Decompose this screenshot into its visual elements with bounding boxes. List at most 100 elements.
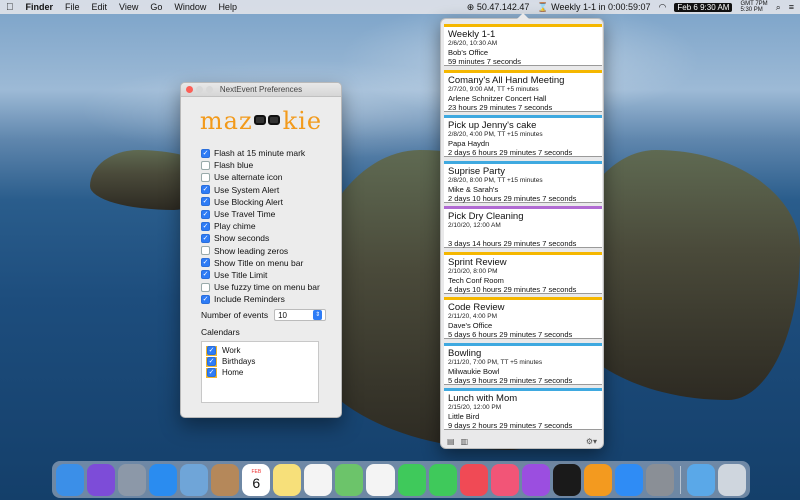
- event-countdown: 5 days 6 hours 29 minutes 7 seconds: [448, 330, 573, 339]
- photos-icon[interactable]: [366, 463, 395, 496]
- calendar-item[interactable]: ✓ Home: [206, 367, 314, 378]
- stepper-icon[interactable]: ⇕: [313, 310, 323, 321]
- event-card[interactable]: Bowling 2/11/20, 7:00 PM, TT +5 minutes Mi…: [444, 342, 602, 385]
- event-when: 2/10/20, 12:00 AM: [448, 222, 501, 229]
- books-icon[interactable]: [583, 463, 612, 496]
- minimize-button[interactable]: [196, 86, 203, 93]
- option-checkbox[interactable]: ✓: [201, 209, 210, 219]
- event-color-bar: [444, 69, 602, 73]
- trash-icon[interactable]: [717, 463, 746, 496]
- option-row[interactable]: ✓ Include Reminders: [201, 293, 341, 305]
- calendars-label: Calendars: [201, 327, 240, 338]
- option-row[interactable]: Use fuzzy time on menu bar: [201, 281, 341, 293]
- event-card[interactable]: Code Review 2/11/20, 4:00 PM Dave's Office…: [444, 297, 602, 339]
- calendar-checkbox[interactable]: ✓: [207, 346, 216, 356]
- mail-icon[interactable]: [180, 463, 209, 496]
- world-clock-item[interactable]: GMT 7PM 5:30 PM: [740, 1, 767, 13]
- news-icon[interactable]: [459, 463, 488, 496]
- event-title: Pick Dry Cleaning: [448, 211, 524, 222]
- option-row[interactable]: ✓ Use Blocking Alert: [201, 196, 341, 208]
- option-checkbox[interactable]: [201, 160, 210, 170]
- zoom-button[interactable]: [206, 86, 213, 93]
- option-checkbox[interactable]: [201, 282, 210, 292]
- calendar-item[interactable]: ✓ Birthdays: [206, 356, 314, 367]
- option-row[interactable]: Show leading zeros: [201, 245, 341, 257]
- menu-file[interactable]: File: [65, 2, 80, 12]
- downloads-folder-icon[interactable]: [686, 463, 715, 496]
- option-checkbox[interactable]: [201, 246, 210, 256]
- prefs-titlebar[interactable]: NextEvent Preferences: [181, 83, 341, 97]
- event-card[interactable]: Sprint Review 2/10/20, 8:00 PM Tech Conf R…: [444, 251, 602, 294]
- reminders-icon[interactable]: [304, 463, 333, 496]
- spotlight-search-icon[interactable]: ⌕: [776, 2, 781, 13]
- ip-status-item[interactable]: ⊕ 50.47.142.47: [467, 2, 530, 13]
- option-row[interactable]: ✓ Play chime: [201, 220, 341, 232]
- popover-arrow: [517, 13, 529, 19]
- system-preferences-icon[interactable]: [645, 463, 674, 496]
- date-time-item[interactable]: Feb 6 9:30 AM: [674, 2, 733, 12]
- option-row[interactable]: ✓ Use System Alert: [201, 184, 341, 196]
- event-card[interactable]: Pick up Jenny's cake 2/8/20, 4:00 PM, TT …: [444, 115, 602, 157]
- finder-icon[interactable]: [56, 463, 85, 496]
- calendar-item[interactable]: ✓ Work: [206, 345, 314, 356]
- option-row[interactable]: ✓ Use Title Limit: [201, 269, 341, 281]
- option-checkbox[interactable]: [201, 172, 210, 182]
- notes-icon[interactable]: [273, 463, 302, 496]
- event-when: 2/6/20, 10:30 AM: [448, 40, 498, 47]
- option-checkbox[interactable]: ✓: [201, 197, 210, 207]
- close-button[interactable]: [186, 86, 193, 93]
- option-row[interactable]: ✓ Flash at 15 minute mark: [201, 147, 341, 159]
- event-card[interactable]: Weekly 1-1 2/6/20, 10:30 AM Bob's Office 59…: [444, 24, 602, 66]
- option-row[interactable]: Use alternate icon: [201, 171, 341, 183]
- safari-icon[interactable]: [149, 463, 178, 496]
- number-of-events-field[interactable]: 10 ⇕: [274, 309, 327, 322]
- event-card[interactable]: Pick Dry Cleaning 2/10/20, 12:00 AM 3 day…: [444, 206, 602, 248]
- option-row[interactable]: ✓ Show seconds: [201, 232, 341, 244]
- contacts-icon[interactable]: [211, 463, 240, 496]
- menu-view[interactable]: View: [119, 2, 138, 12]
- option-checkbox[interactable]: ✓: [201, 221, 210, 231]
- reminders-app-icon[interactable]: ▥: [461, 437, 469, 446]
- option-checkbox[interactable]: ✓: [201, 270, 210, 280]
- podcasts-icon[interactable]: [521, 463, 550, 496]
- option-checkbox[interactable]: ✓: [201, 148, 210, 158]
- maps-icon[interactable]: [335, 463, 364, 496]
- option-checkbox[interactable]: ✓: [201, 258, 210, 268]
- number-of-events-label: Number of events: [201, 310, 269, 321]
- calendar-checkbox[interactable]: ✓: [207, 368, 216, 378]
- siri-icon[interactable]: [87, 463, 116, 496]
- gear-icon[interactable]: ⚙▾: [586, 437, 597, 446]
- calendar-checkbox[interactable]: ✓: [207, 357, 216, 367]
- nextevent-status-item[interactable]: ⌛ Weekly 1-1 in 0:00:59:07: [537, 2, 650, 13]
- apple-menu-icon[interactable]: : [6, 2, 14, 13]
- option-checkbox[interactable]: ✓: [201, 233, 210, 243]
- option-row[interactable]: ✓ Use Travel Time: [201, 208, 341, 220]
- option-checkbox[interactable]: ✓: [201, 185, 210, 195]
- time-text: 9:30 AM: [700, 2, 730, 12]
- appstore-icon[interactable]: [614, 463, 643, 496]
- menu-window[interactable]: Window: [174, 2, 206, 12]
- tv-icon[interactable]: [552, 463, 581, 496]
- music-icon[interactable]: [490, 463, 519, 496]
- menu-help[interactable]: Help: [218, 2, 237, 12]
- event-card[interactable]: Lunch with Mom 2/15/20, 12:00 PM Little Bi…: [444, 388, 602, 430]
- app-menu[interactable]: Finder: [26, 2, 54, 12]
- option-checkbox[interactable]: ✓: [201, 294, 210, 304]
- option-row[interactable]: Flash blue: [201, 159, 341, 171]
- facetime-icon[interactable]: [428, 463, 457, 496]
- calendar-icon[interactable]: FEB 6: [242, 463, 271, 496]
- messages-icon[interactable]: [397, 463, 426, 496]
- events-list: Weekly 1-1 2/6/20, 10:30 AM Bob's Office 59…: [444, 24, 602, 434]
- event-card[interactable]: Suprise Party 2/8/20, 8:00 PM, TT +15 min…: [444, 160, 602, 203]
- control-menu-icon[interactable]: ≡: [789, 2, 794, 12]
- option-row[interactable]: ✓ Show Title on menu bar: [201, 257, 341, 269]
- preferences-window: NextEvent Preferences maz kie ✓ Flash at …: [180, 82, 342, 418]
- menu-edit[interactable]: Edit: [92, 2, 108, 12]
- options-list: ✓ Flash at 15 minute mark Flash blue Use al…: [201, 147, 341, 305]
- menu-go[interactable]: Go: [150, 2, 162, 12]
- event-location: Mike & Sarah's: [448, 184, 499, 194]
- launchpad-icon[interactable]: [118, 463, 147, 496]
- wifi-icon[interactable]: ◠: [659, 2, 667, 13]
- calendar-app-icon[interactable]: ▤: [447, 437, 455, 446]
- event-card[interactable]: Comany's All Hand Meeting 2/7/20, 9:00 AM…: [444, 69, 602, 112]
